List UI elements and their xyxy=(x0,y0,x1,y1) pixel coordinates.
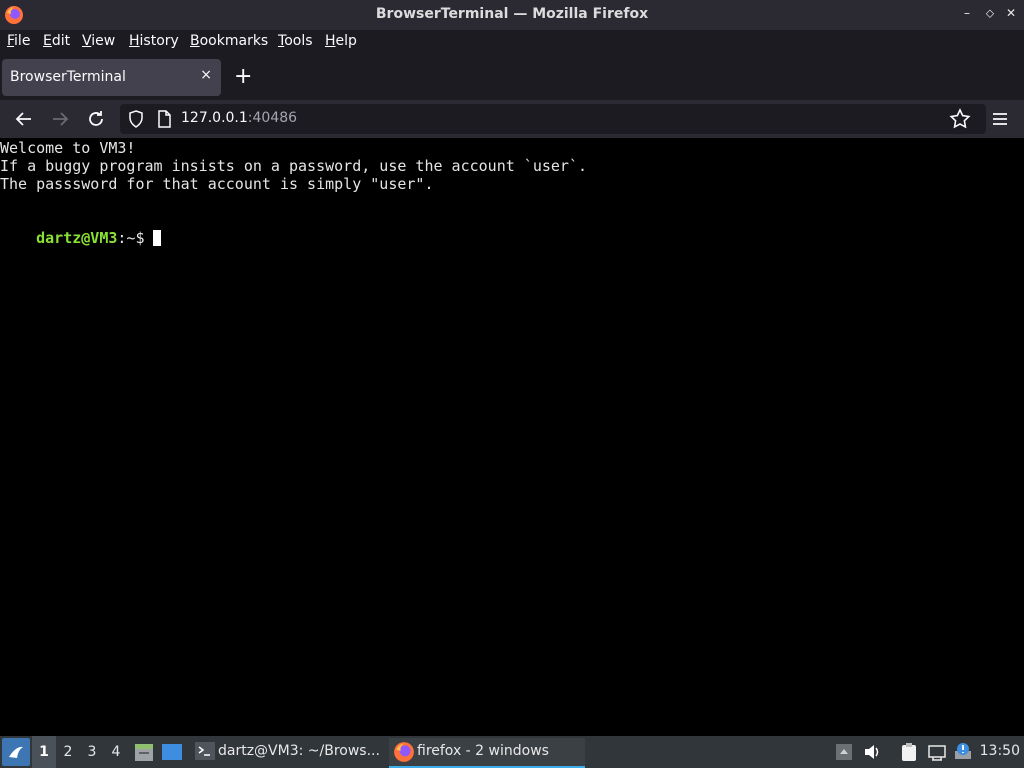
tray-expand-icon[interactable] xyxy=(834,742,854,762)
task-terminal[interactable]: dartz@VM3: ~/Brows... xyxy=(192,738,384,766)
url-host: 127.0.0.1 xyxy=(181,110,248,126)
reload-icon[interactable] xyxy=(84,107,108,131)
terminal-viewport[interactable]: Welcome to VM3! If a buggy program insis… xyxy=(0,138,1024,736)
back-icon[interactable] xyxy=(12,107,36,131)
menu-bookmarks[interactable]: Bookmarks xyxy=(190,33,268,49)
prompt-user: dartz@VM3 xyxy=(36,229,118,247)
close-window-button[interactable]: ✕ xyxy=(1004,6,1018,20)
hamburger-menu-icon[interactable] xyxy=(988,107,1012,131)
tab-title: BrowserTerminal xyxy=(10,69,126,85)
workspace-2[interactable]: 2 xyxy=(56,736,80,768)
task-firefox-label: firefox - 2 windows xyxy=(417,743,549,759)
show-desktop-icon[interactable] xyxy=(161,742,183,762)
task-terminal-label: dartz@VM3: ~/Brows... xyxy=(218,743,380,759)
maximize-button[interactable]: ⬦ xyxy=(983,6,997,21)
terminal-line: If a buggy program insists on a password… xyxy=(0,157,587,175)
url-text[interactable]: 127.0.0.1:40486 xyxy=(181,110,297,126)
url-port: :40486 xyxy=(247,110,298,126)
window-title: BrowserTerminal — Mozilla Firefox xyxy=(375,6,649,22)
menu-edit[interactable]: Edit xyxy=(43,33,70,49)
tab-browserterminal[interactable]: BrowserTerminal × xyxy=(2,59,221,96)
workspace-3[interactable]: 3 xyxy=(80,736,104,768)
terminal-icon xyxy=(195,742,215,760)
menu-view[interactable]: View xyxy=(82,33,115,49)
start-menu-button[interactable] xyxy=(2,738,30,766)
terminal-cursor xyxy=(152,230,161,246)
navigation-bar: 127.0.0.1:40486 xyxy=(0,100,1024,138)
clock[interactable]: 13:50 xyxy=(980,743,1020,759)
new-tab-button[interactable]: + xyxy=(234,64,252,90)
minimize-button[interactable]: – xyxy=(960,6,974,20)
tab-close-icon[interactable]: × xyxy=(200,67,212,83)
page-icon[interactable] xyxy=(154,109,174,129)
tab-strip: BrowserTerminal × xyxy=(0,55,1024,100)
network-icon[interactable] xyxy=(927,742,947,762)
menu-bar: File Edit View History Bookmarks Tools H… xyxy=(0,30,1024,55)
taskbar: 1 2 3 4 dartz@VM3: ~/Brows... firefox - … xyxy=(0,736,1024,768)
window-titlebar: BrowserTerminal — Mozilla Firefox – ⬦ ✕ xyxy=(0,0,1024,30)
clipboard-icon[interactable] xyxy=(899,742,919,762)
menu-help[interactable]: Help xyxy=(325,33,357,49)
menu-tools[interactable]: Tools xyxy=(278,33,313,49)
terminal-line: Welcome to VM3! xyxy=(0,139,136,157)
update-notification-icon[interactable] xyxy=(953,742,973,762)
firefox-icon xyxy=(394,742,414,762)
task-firefox[interactable]: firefox - 2 windows xyxy=(389,738,585,768)
file-manager-icon[interactable] xyxy=(133,741,155,763)
menu-history[interactable]: History xyxy=(129,33,179,49)
address-bar[interactable]: 127.0.0.1:40486 xyxy=(120,104,986,134)
workspace-4[interactable]: 4 xyxy=(104,736,128,768)
bookmark-star-icon[interactable] xyxy=(948,107,972,131)
shield-icon[interactable] xyxy=(126,109,146,129)
workspace-1[interactable]: 1 xyxy=(32,736,56,768)
volume-icon[interactable] xyxy=(862,742,882,762)
menu-file[interactable]: File xyxy=(7,33,30,49)
terminal-prompt-line: dartz@VM3:~$ xyxy=(0,211,161,265)
terminal-line: The passsword for that account is simply… xyxy=(0,175,434,193)
lxqt-logo-icon xyxy=(9,746,23,758)
prompt-path: :~$ xyxy=(117,229,145,247)
forward-icon[interactable] xyxy=(48,107,72,131)
